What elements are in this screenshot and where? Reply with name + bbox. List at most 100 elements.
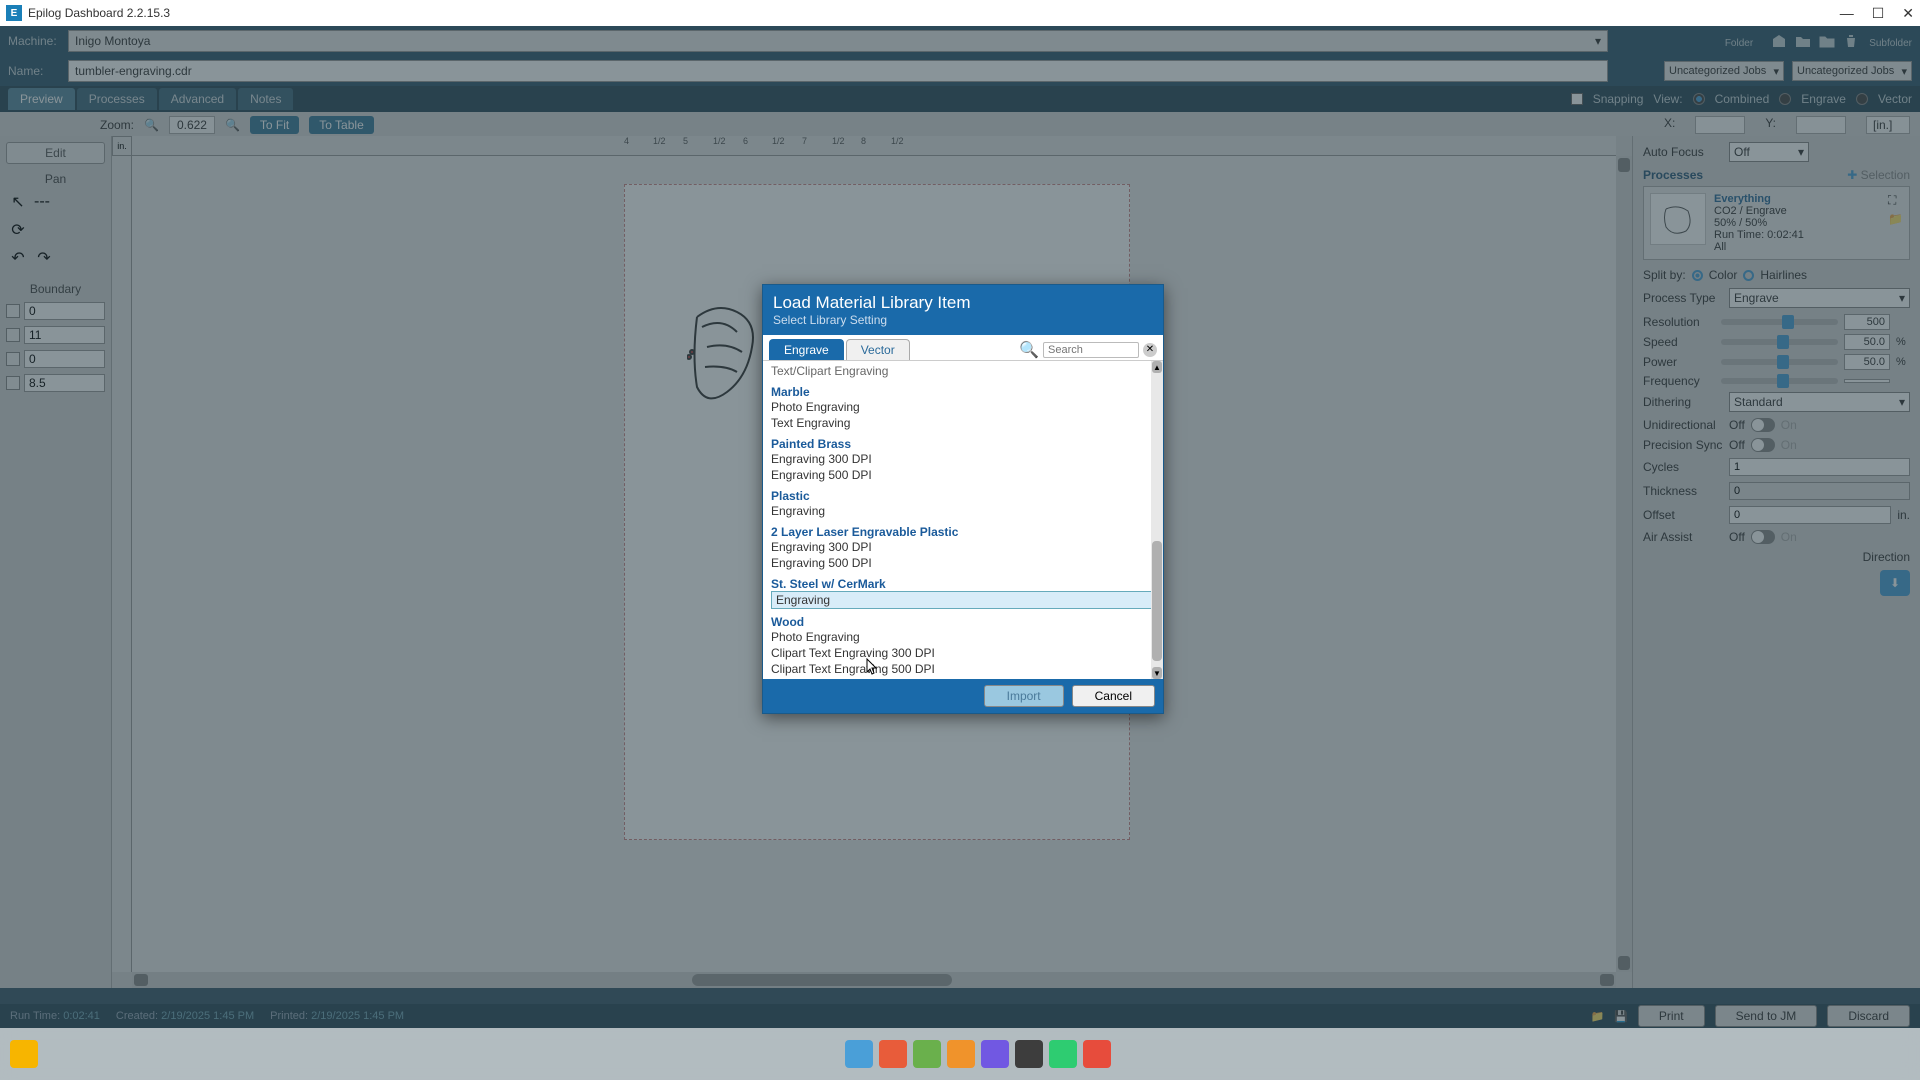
- modal-tab-engrave[interactable]: Engrave: [769, 339, 844, 360]
- material-item[interactable]: Engraving 300 DPI: [771, 539, 1155, 555]
- split-hairlines-radio[interactable]: [1743, 270, 1754, 281]
- toggle-1[interactable]: [1751, 438, 1775, 452]
- autofocus-select[interactable]: Off▾: [1729, 142, 1809, 162]
- cancel-button[interactable]: Cancel: [1072, 685, 1155, 707]
- folder-open-icon[interactable]: [1795, 33, 1811, 49]
- zoom-out-icon[interactable]: 🔍: [144, 118, 159, 132]
- unit-box[interactable]: [in.]: [1866, 116, 1910, 134]
- taskbar-start-icon[interactable]: [10, 1040, 38, 1068]
- material-item[interactable]: Engraving 300 DPI: [771, 451, 1155, 467]
- scrollbar-horizontal[interactable]: [132, 972, 1616, 988]
- print-button[interactable]: Print: [1638, 1005, 1705, 1027]
- refresh-icon[interactable]: ⟳: [8, 220, 28, 240]
- taskbar-app-6[interactable]: [1015, 1040, 1043, 1068]
- taskbar-app-2[interactable]: [879, 1040, 907, 1068]
- material-item[interactable]: Engraving: [771, 591, 1155, 609]
- boundary-lock-3[interactable]: [6, 376, 20, 390]
- split-color-radio[interactable]: [1692, 270, 1703, 281]
- material-item[interactable]: Engraving: [771, 503, 1155, 519]
- boundary-input-1[interactable]: [24, 326, 105, 344]
- material-item[interactable]: Engraving 500 DPI: [771, 467, 1155, 483]
- status-save-icon[interactable]: 💾: [1614, 1010, 1628, 1023]
- boundary-input-3[interactable]: [24, 374, 105, 392]
- slider-value-1[interactable]: 50.0: [1844, 334, 1890, 350]
- boundary-lock-2[interactable]: [6, 352, 20, 366]
- taskbar-app-8[interactable]: [1083, 1040, 1111, 1068]
- cycles-input[interactable]: [1729, 458, 1910, 476]
- scroll-left-arrow[interactable]: [134, 974, 148, 986]
- toggle-0[interactable]: [1751, 418, 1775, 432]
- slider-value-2[interactable]: 50.0: [1844, 354, 1890, 370]
- trash-icon[interactable]: [1843, 33, 1859, 49]
- modal-scrollbar[interactable]: ▲ ▼: [1151, 361, 1163, 679]
- tab-preview[interactable]: Preview: [8, 88, 75, 110]
- import-button[interactable]: Import: [984, 685, 1064, 707]
- edit-button[interactable]: Edit: [6, 142, 105, 164]
- subfolder-select[interactable]: Uncategorized Jobs▾: [1792, 61, 1912, 81]
- view-engrave-radio[interactable]: [1779, 93, 1791, 105]
- scroll-up-arrow[interactable]: [1618, 158, 1630, 172]
- view-combined-radio[interactable]: [1693, 93, 1705, 105]
- taskbar-app-5[interactable]: [981, 1040, 1009, 1068]
- send-to-jm-button[interactable]: Send to JM: [1715, 1005, 1818, 1027]
- ptype-select[interactable]: Engrave▾: [1729, 288, 1910, 308]
- scroll-right-arrow[interactable]: [1600, 974, 1614, 986]
- material-item[interactable]: Engraving 500 DPI: [771, 555, 1155, 571]
- boundary-lock-1[interactable]: [6, 328, 20, 342]
- zoom-in-icon[interactable]: 🔍: [225, 118, 240, 132]
- process-card[interactable]: Everything CO2 / Engrave 50% / 50% Run T…: [1643, 186, 1910, 260]
- taskbar-app-3[interactable]: [913, 1040, 941, 1068]
- machine-select[interactable]: Inigo Montoya▾: [68, 30, 1608, 52]
- maximize-button[interactable]: ☐: [1872, 5, 1885, 22]
- airassist-toggle[interactable]: [1751, 530, 1775, 544]
- slider-2[interactable]: [1721, 359, 1838, 365]
- slider-value-0[interactable]: 500: [1844, 314, 1890, 330]
- slider-0[interactable]: [1721, 319, 1838, 325]
- taskbar[interactable]: [0, 1028, 1920, 1080]
- tab-advanced[interactable]: Advanced: [159, 88, 236, 110]
- taskbar-app-1[interactable]: [845, 1040, 873, 1068]
- snapping-checkbox[interactable]: [1571, 93, 1583, 105]
- slider-3[interactable]: [1721, 378, 1838, 384]
- process-expand-icon[interactable]: ⛶: [1888, 193, 1903, 208]
- discard-button[interactable]: Discard: [1827, 1005, 1910, 1027]
- zoom-value[interactable]: 0.622: [169, 116, 215, 134]
- boundary-input-0[interactable]: [24, 302, 105, 320]
- pointer-icon[interactable]: ↖: [8, 192, 28, 212]
- modal-scroll-up[interactable]: ▲: [1152, 361, 1162, 373]
- to-table-button[interactable]: To Table: [309, 116, 373, 134]
- material-item[interactable]: Photo Engraving: [771, 399, 1155, 415]
- search-clear-icon[interactable]: ✕: [1143, 343, 1157, 357]
- material-item[interactable]: Text Engraving: [771, 415, 1155, 431]
- boundary-input-2[interactable]: [24, 350, 105, 368]
- slider-value-3[interactable]: [1844, 379, 1890, 383]
- taskbar-app-7[interactable]: [1049, 1040, 1077, 1068]
- name-field[interactable]: tumbler-engraving.cdr: [68, 60, 1608, 82]
- status-folder-icon[interactable]: 📁: [1591, 1010, 1605, 1023]
- scrollbar-vertical[interactable]: [1616, 156, 1632, 972]
- offset-input[interactable]: [1729, 506, 1891, 524]
- search-input[interactable]: [1043, 342, 1139, 358]
- undo-icon[interactable]: ↶: [8, 248, 28, 268]
- scroll-down-arrow[interactable]: [1618, 956, 1630, 970]
- material-item[interactable]: Clipart Text Engraving 300 DPI: [771, 645, 1155, 661]
- boundary-lock-0[interactable]: [6, 304, 20, 318]
- direction-button[interactable]: ⬇: [1880, 570, 1910, 596]
- thickness-input[interactable]: [1729, 482, 1910, 500]
- redo-icon[interactable]: ↷: [34, 248, 54, 268]
- material-item-truncated[interactable]: Text/Clipart Engraving: [771, 363, 1155, 379]
- to-fit-button[interactable]: To Fit: [250, 116, 299, 134]
- material-item[interactable]: Clipart Text Engraving 500 DPI: [771, 661, 1155, 677]
- folder-home-icon[interactable]: [1771, 33, 1787, 49]
- modal-tab-vector[interactable]: Vector: [846, 339, 910, 360]
- taskbar-app-4[interactable]: [947, 1040, 975, 1068]
- material-item[interactable]: Photo Engraving: [771, 629, 1155, 645]
- process-folder-icon[interactable]: 📁: [1888, 212, 1903, 226]
- scroll-h-thumb[interactable]: [692, 974, 952, 986]
- folder-add-icon[interactable]: [1819, 33, 1835, 49]
- minimize-button[interactable]: —: [1840, 5, 1854, 22]
- modal-scroll-thumb[interactable]: [1152, 541, 1162, 661]
- dither-select[interactable]: Standard▾: [1729, 392, 1910, 412]
- view-vector-radio[interactable]: [1856, 93, 1868, 105]
- slider-1[interactable]: [1721, 339, 1838, 345]
